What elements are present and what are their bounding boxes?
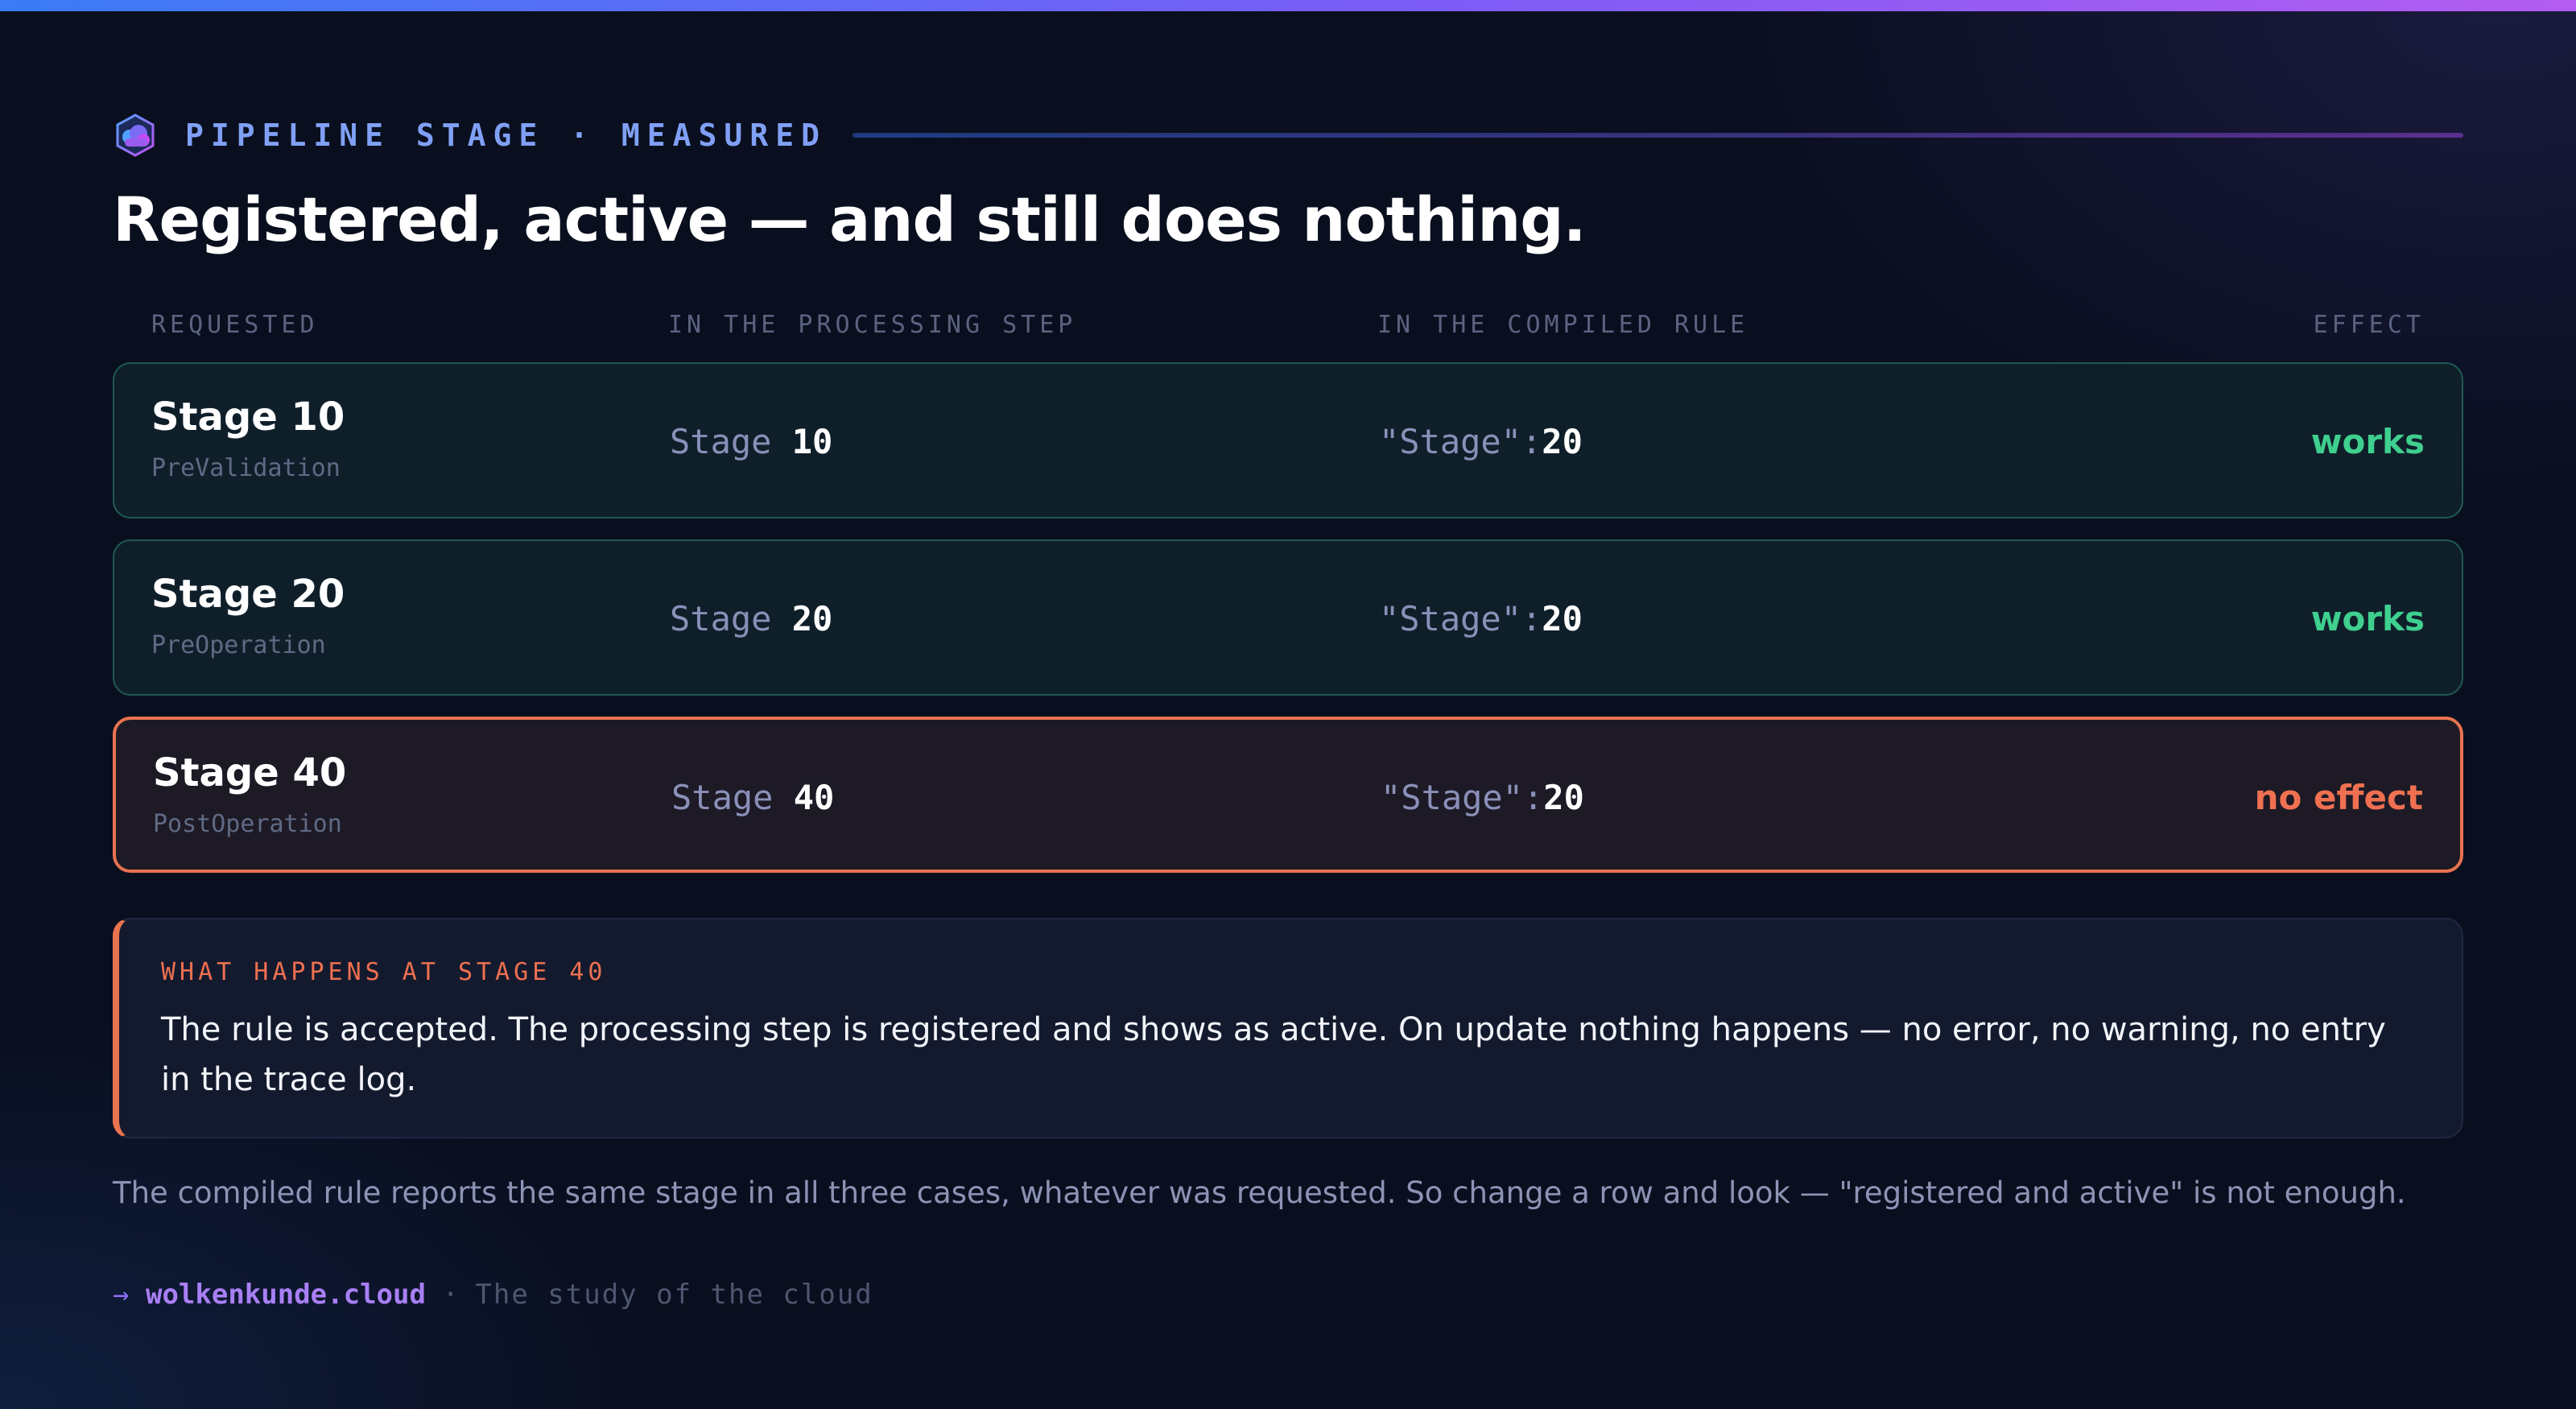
compiled-rule-prefix: "Stage": (1379, 599, 1542, 638)
row-stage-sub: PreOperation (151, 631, 326, 659)
table-row: Stage 20 PreOperation Stage 20 "Stage":2… (113, 539, 2463, 696)
eyebrow-divider (852, 133, 2463, 138)
row-processing-step: Stage 40 (671, 778, 834, 817)
cloud-logo-icon (116, 114, 155, 157)
processing-step-value: 40 (793, 778, 835, 817)
column-header-effect: EFFECT (2313, 311, 2425, 339)
row-effect: works (2310, 599, 2425, 638)
compiled-rule-prefix: "Stage": (1379, 422, 1542, 461)
brand-link[interactable]: wolkenkunde.cloud (146, 1279, 426, 1311)
footer-tagline: The study of the cloud (475, 1279, 873, 1311)
compiled-rule-prefix: "Stage": (1381, 778, 1544, 817)
summary-text: The compiled rule reports the same stage… (113, 1176, 2406, 1210)
processing-step-value: 10 (791, 422, 833, 461)
row-stage-name: Stage 10 (151, 395, 345, 440)
table-row: Stage 10 PreValidation Stage 10 "Stage":… (113, 362, 2463, 519)
callout-heading: WHAT HAPPENS AT STAGE 40 (161, 958, 607, 986)
row-compiled-rule: "Stage":20 (1379, 422, 1583, 461)
processing-step-prefix: Stage (670, 599, 772, 638)
row-stage-name: Stage 40 (153, 750, 347, 795)
column-header-processing-step: IN THE PROCESSING STEP (668, 311, 1077, 339)
footer-separator: · (442, 1279, 459, 1311)
callout-note: WHAT HAPPENS AT STAGE 40 The rule is acc… (113, 918, 2463, 1138)
compiled-rule-value: 20 (1543, 778, 1584, 817)
page-title: Registered, active — and still does noth… (113, 184, 1587, 255)
eyebrow: PIPELINE STAGE · MEASURED (113, 113, 2463, 158)
column-header-requested: REQUESTED (151, 311, 319, 339)
row-stage-sub: PostOperation (153, 810, 342, 838)
processing-step-prefix: Stage (670, 422, 772, 461)
row-compiled-rule: "Stage":20 (1379, 599, 1583, 638)
compiled-rule-value: 20 (1542, 422, 1583, 461)
row-effect: no effect (2254, 778, 2423, 817)
row-processing-step: Stage 20 (670, 599, 832, 638)
compiled-rule-value: 20 (1542, 599, 1583, 638)
eyebrow-label: PIPELINE STAGE · MEASURED (185, 118, 827, 153)
column-header-compiled-rule: IN THE COMPILED RULE (1377, 311, 1749, 339)
row-processing-step: Stage 10 (670, 422, 832, 461)
top-accent-bar (0, 0, 2576, 11)
row-stage-name: Stage 20 (151, 572, 345, 617)
callout-body: The rule is accepted. The processing ste… (161, 1011, 2386, 1098)
processing-step-value: 20 (791, 599, 833, 638)
row-compiled-rule: "Stage":20 (1381, 778, 1584, 817)
row-stage-sub: PreValidation (151, 454, 341, 482)
footer: → wolkenkunde.cloud · The study of the c… (113, 1279, 873, 1311)
row-effect: works (2310, 422, 2425, 461)
table-row: Stage 40 PostOperation Stage 40 "Stage":… (113, 717, 2463, 873)
arrow-right-icon: → (113, 1279, 130, 1311)
processing-step-prefix: Stage (671, 778, 774, 817)
